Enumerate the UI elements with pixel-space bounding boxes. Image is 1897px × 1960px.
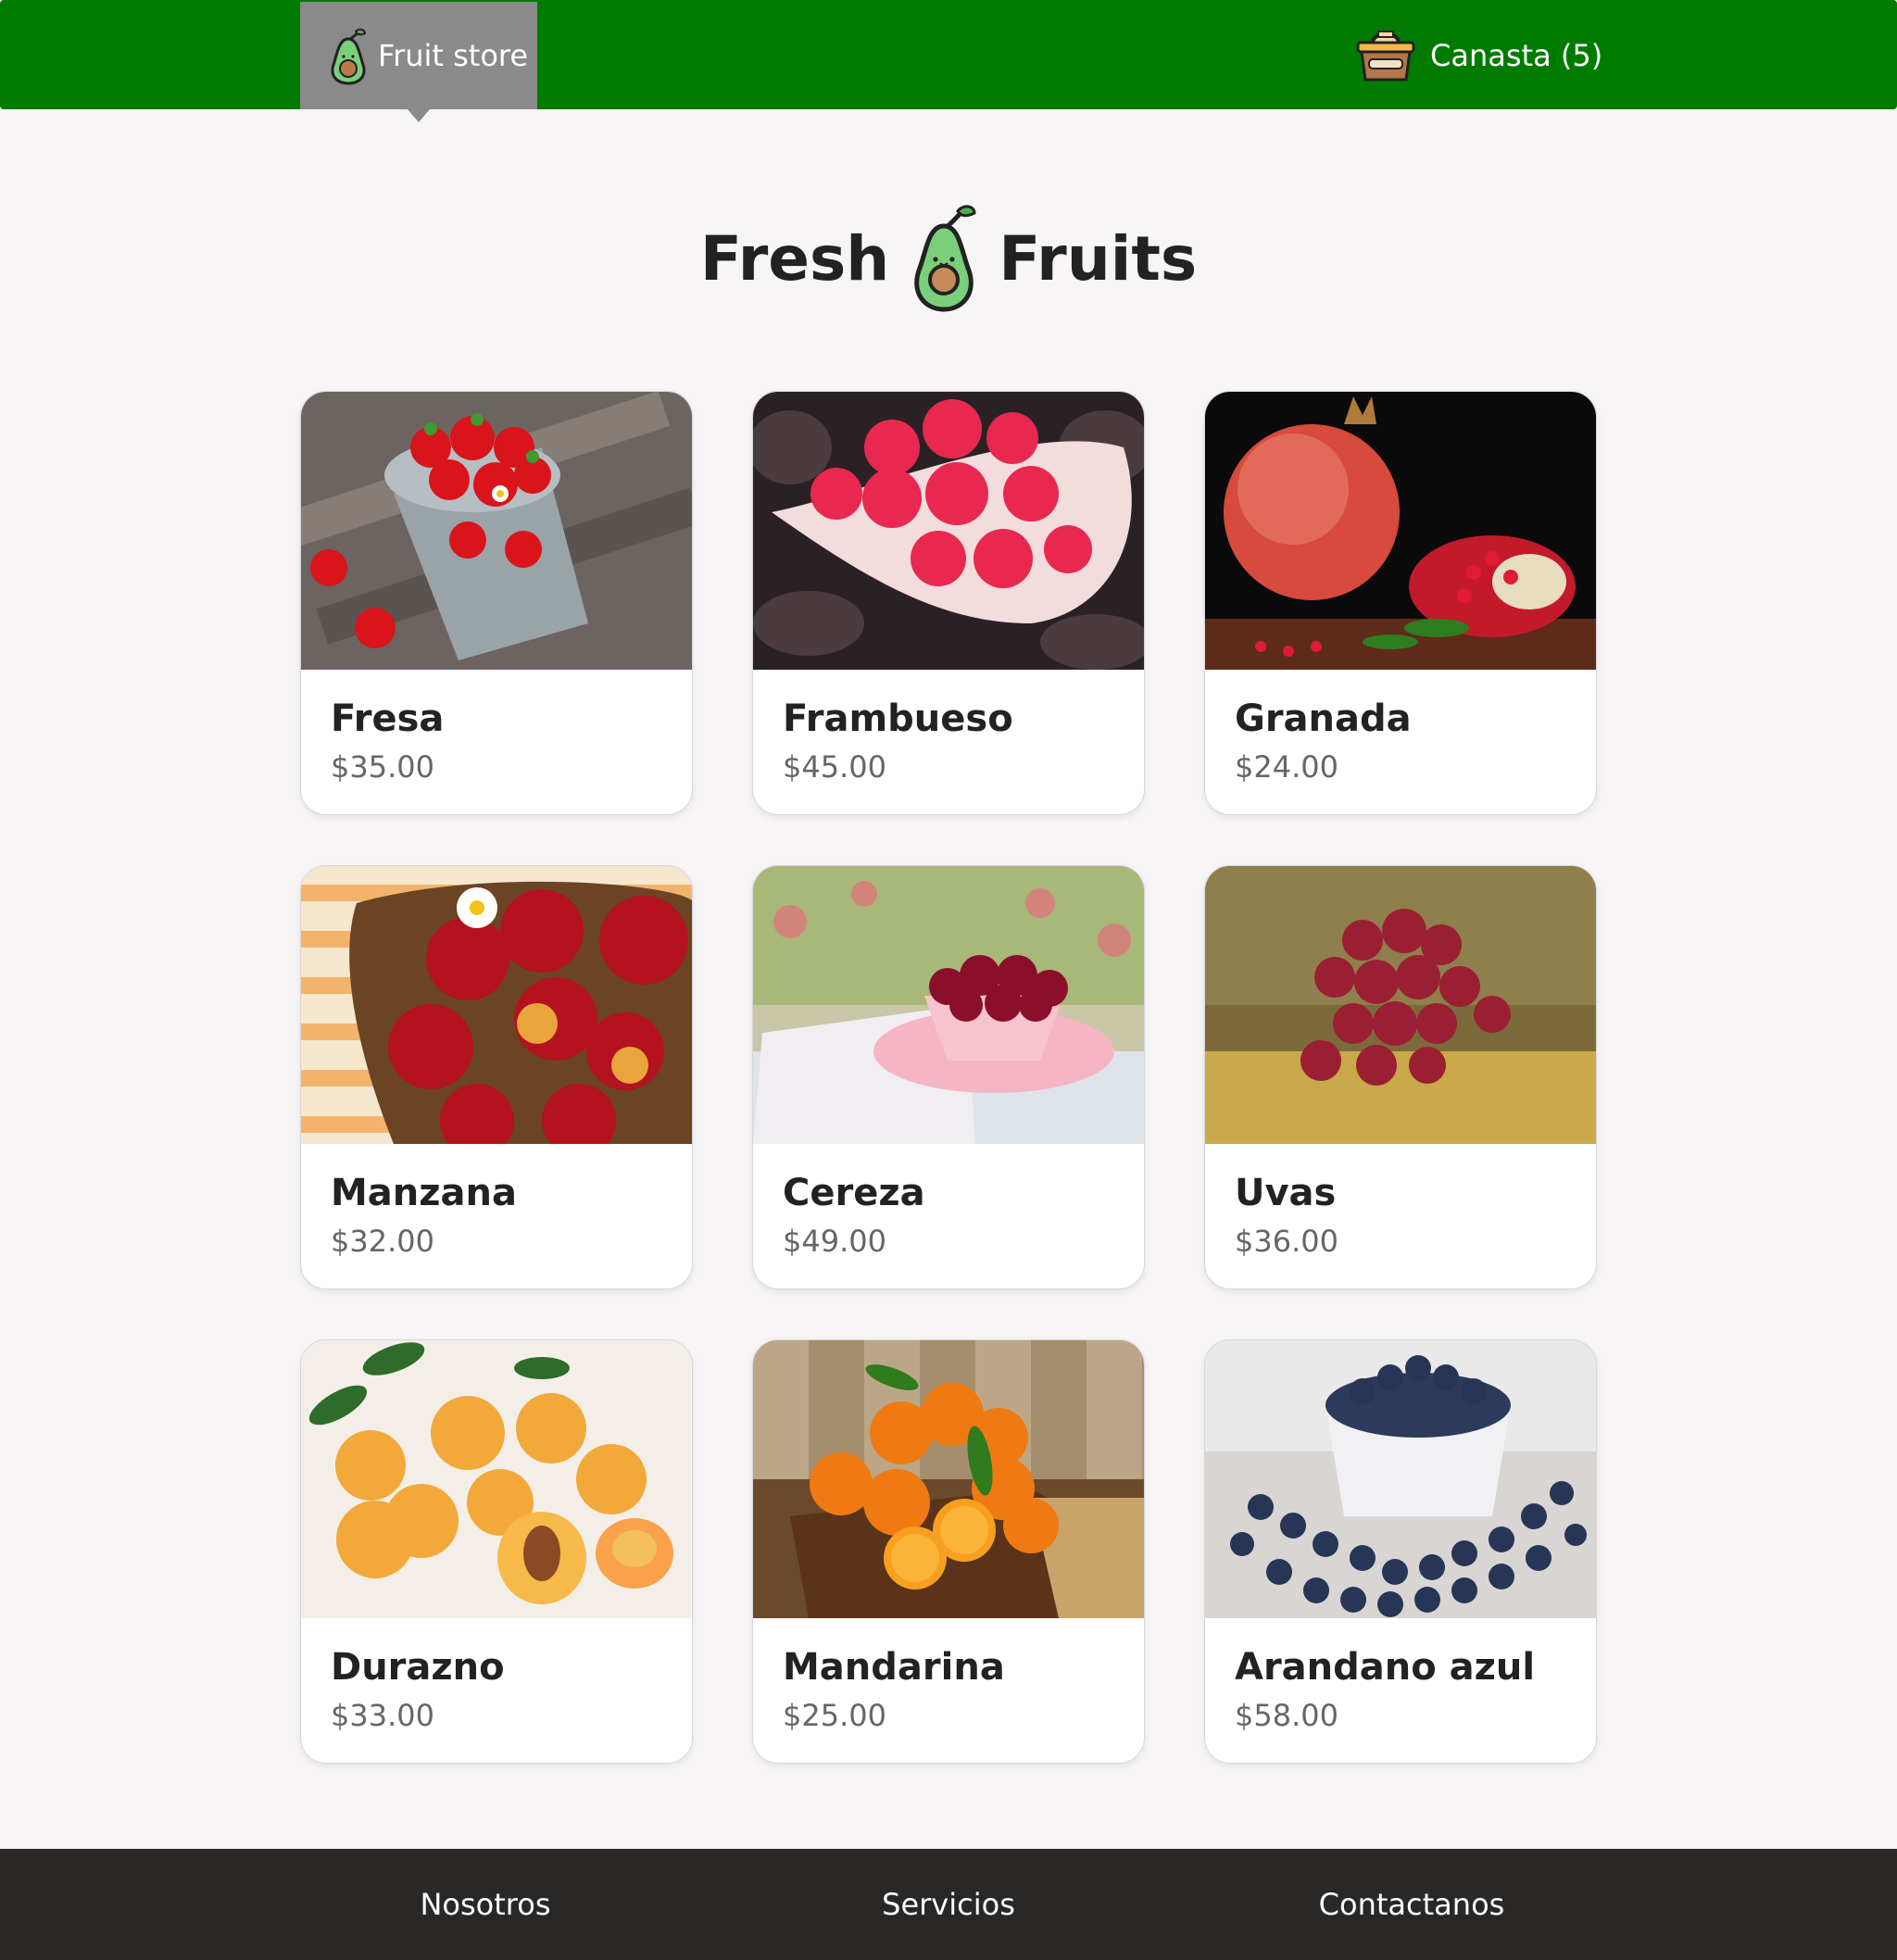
- title-word-right: Fruits: [999, 222, 1198, 295]
- brand-link[interactable]: Fruit store: [300, 2, 537, 122]
- product-name: Manzana: [331, 1172, 518, 1214]
- product-card[interactable]: Uvas $36.00: [1204, 865, 1597, 1289]
- product-price: $45.00: [783, 749, 886, 785]
- product-name: Fresa: [331, 697, 445, 740]
- product-image-blueberries: [1205, 1340, 1596, 1618]
- product-name: Cereza: [783, 1172, 925, 1214]
- product-price: $58.00: [1235, 1698, 1338, 1733]
- product-price: $24.00: [1235, 749, 1338, 785]
- product-card[interactable]: Frambueso $45.00: [752, 391, 1145, 815]
- product-price: $49.00: [783, 1224, 886, 1259]
- product-card[interactable]: Manzana $32.00: [300, 865, 693, 1289]
- product-image-apples: [301, 866, 692, 1144]
- product-name: Granada: [1235, 697, 1412, 740]
- product-grid: Fresa $35.00 Frambueso $45.00 Granada $2…: [300, 391, 1597, 1764]
- product-card[interactable]: Arandano azul $58.00: [1204, 1339, 1597, 1764]
- product-image-mandarins: [753, 1340, 1144, 1618]
- product-price: $36.00: [1235, 1224, 1338, 1259]
- product-price: $35.00: [331, 749, 434, 785]
- product-card[interactable]: Mandarina $25.00: [752, 1339, 1145, 1764]
- product-image-grapes: [1205, 866, 1596, 1144]
- footer-link-nosotros[interactable]: Nosotros: [346, 1849, 624, 1960]
- product-image-apricots: [301, 1340, 692, 1618]
- page-title: Fresh Fruits: [0, 198, 1897, 319]
- footer: Nosotros Servicios Contactanos: [0, 1849, 1897, 1960]
- product-name: Arandano azul: [1235, 1646, 1536, 1689]
- product-card[interactable]: Fresa $35.00: [300, 391, 693, 815]
- basket-icon: [1356, 31, 1415, 82]
- product-card[interactable]: Granada $24.00: [1204, 391, 1597, 815]
- product-card[interactable]: Cereza $49.00: [752, 865, 1145, 1289]
- product-name: Durazno: [331, 1646, 505, 1689]
- brand-label: Fruit store: [378, 38, 529, 73]
- product-name: Frambueso: [783, 697, 1013, 740]
- footer-link-servicios[interactable]: Servicios: [810, 1849, 1087, 1960]
- product-price: $25.00: [783, 1698, 886, 1733]
- product-name: Uvas: [1235, 1172, 1337, 1214]
- product-image-raspberries: [753, 392, 1144, 670]
- product-name: Mandarina: [783, 1646, 1005, 1689]
- cart-label: Canasta (5): [1430, 38, 1603, 73]
- cart-link[interactable]: Canasta (5): [1354, 26, 1602, 85]
- title-word-left: Fresh: [699, 222, 890, 295]
- product-image-cherries: [753, 866, 1144, 1144]
- avocado-icon: [914, 205, 976, 312]
- avocado-icon: [331, 28, 367, 85]
- product-image-pomegranate: [1205, 392, 1596, 670]
- navbar: Fruit store Canasta (5): [0, 0, 1897, 122]
- product-card[interactable]: Durazno $33.00: [300, 1339, 693, 1764]
- product-price: $33.00: [331, 1698, 434, 1733]
- product-image-strawberries: [301, 392, 692, 670]
- product-price: $32.00: [331, 1224, 434, 1259]
- footer-link-contactanos[interactable]: Contactanos: [1273, 1849, 1551, 1960]
